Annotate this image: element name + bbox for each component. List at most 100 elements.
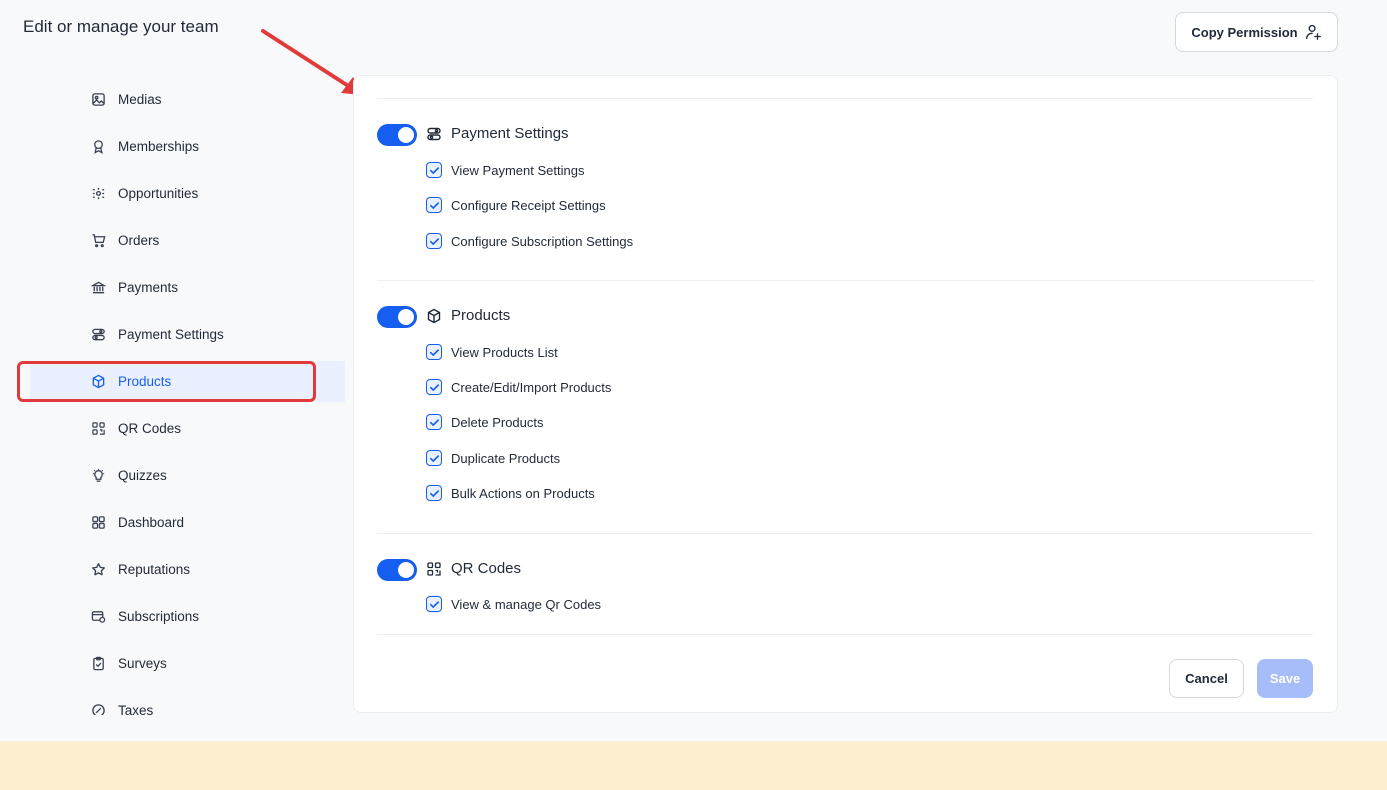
checkmark-icon (429, 166, 439, 174)
sidebar-item-label: Opportunities (118, 186, 199, 201)
permission-label: View Payment Settings (451, 162, 585, 178)
checkmark-icon (429, 237, 439, 245)
sidebar-item-memberships[interactable]: Memberships (30, 126, 345, 167)
sidebar-item-label: Medias (118, 92, 162, 107)
sidebar-item-taxes[interactable]: Taxes (30, 690, 345, 715)
sidebar-item-label: Subscriptions (118, 609, 200, 624)
checkbox[interactable] (426, 485, 442, 501)
sidebar-item-label: Reputations (118, 562, 191, 577)
permission-label: Create/Edit/Import Products (451, 379, 612, 395)
qr-codes-toggle[interactable] (377, 559, 417, 581)
grid-icon (90, 515, 106, 531)
tax-icon (90, 703, 106, 715)
toggles-icon (427, 127, 441, 140)
section-title-qr-codes: QR Codes (426, 560, 521, 577)
permission-label: Delete Products (451, 414, 544, 430)
bulb-icon (90, 468, 106, 484)
checkmark-icon (429, 454, 439, 462)
permission-label: View & manage Qr Codes (451, 596, 602, 612)
star-icon (90, 562, 106, 578)
divider (377, 280, 1314, 281)
sidebar-item-orders[interactable]: Orders (30, 220, 345, 261)
cancel-button[interactable]: Cancel (1169, 659, 1244, 698)
checkmark-icon (429, 201, 439, 209)
products-toggle[interactable] (377, 306, 417, 328)
subscription-icon (90, 609, 106, 625)
divider (377, 634, 1314, 635)
sidebar-item-label: Surveys (118, 656, 167, 671)
sidebar-item-qr-codes[interactable]: QR Codes (30, 408, 345, 449)
page-title: Edit or manage your team (23, 17, 219, 36)
permission-label: Configure Subscription Settings (451, 233, 634, 249)
sidebar-item-reputations[interactable]: Reputations (30, 549, 345, 590)
sidebar-item-label: Memberships (118, 139, 200, 154)
checkbox[interactable] (426, 197, 442, 213)
divider (377, 533, 1314, 534)
qr-code-icon (427, 561, 441, 576)
sidebar-item-label: QR Codes (118, 421, 182, 436)
sidebar-item-label: Taxes (118, 703, 154, 715)
checkbox[interactable] (426, 162, 442, 178)
copy-permission-button[interactable]: Copy Permission (1175, 12, 1338, 52)
permission-item[interactable]: Delete Products (426, 414, 544, 430)
sidebar-item-payments[interactable]: Payments (30, 267, 345, 308)
clipboard-icon (90, 656, 106, 672)
permission-item[interactable]: Configure Subscription Settings (426, 233, 633, 249)
toggles-icon (90, 327, 106, 343)
box-icon (427, 308, 441, 323)
sidebar-item-subscriptions[interactable]: Subscriptions (30, 596, 345, 637)
checkmark-icon (429, 348, 439, 356)
checkmark-icon (429, 418, 439, 426)
image-icon (90, 92, 106, 108)
permission-item[interactable]: Configure Receipt Settings (426, 197, 606, 213)
permission-label: Duplicate Products (451, 450, 561, 466)
section-title-products: Products (426, 307, 510, 324)
permission-item[interactable]: Bulk Actions on Products (426, 485, 595, 501)
bank-icon (90, 280, 106, 296)
sidebar-item-label: Orders (118, 233, 160, 248)
sidebar-item-payment-settings[interactable]: Payment Settings (30, 314, 345, 355)
checkbox[interactable] (426, 344, 442, 360)
permission-item[interactable]: Create/Edit/Import Products (426, 379, 611, 395)
section-title-label: QR Codes (451, 560, 522, 577)
payment-settings-toggle[interactable] (377, 124, 417, 146)
permission-item[interactable]: Duplicate Products (426, 450, 560, 466)
permission-item[interactable]: View Products List (426, 344, 558, 360)
qr-code-icon (90, 421, 106, 437)
checkbox[interactable] (426, 233, 442, 249)
sidebar-item-quizzes[interactable]: Quizzes (30, 455, 345, 496)
annotation-highlight-box (17, 361, 316, 402)
permission-label: View Products List (451, 344, 558, 360)
permission-item[interactable]: View Payment Settings (426, 162, 584, 178)
sidebar-item-surveys[interactable]: Surveys (30, 643, 345, 684)
checkbox[interactable] (426, 379, 442, 395)
sidebar-item-label: Payment Settings (118, 327, 224, 342)
sidebar-item-label: Quizzes (118, 468, 167, 483)
save-button[interactable]: Save (1257, 659, 1313, 698)
award-icon (90, 139, 106, 155)
checkmark-icon (429, 600, 439, 608)
checkmark-icon (429, 383, 439, 391)
cart-icon (90, 233, 106, 249)
sidebar-item-label: Dashboard (118, 515, 185, 530)
permission-label: Configure Receipt Settings (451, 197, 606, 213)
sidebar-item-dashboard[interactable]: Dashboard (30, 502, 345, 543)
divider (377, 98, 1314, 99)
sidebar-item-opportunities[interactable]: Opportunities (30, 173, 345, 214)
pipeline-icon (90, 186, 106, 202)
section-title-payment-settings: Payment Settings (426, 125, 569, 142)
checkbox[interactable] (426, 414, 442, 430)
checkbox[interactable] (426, 596, 442, 612)
checkbox[interactable] (426, 450, 442, 466)
sidebar-item-label: Payments (118, 280, 179, 295)
permissions-panel: Payment Settings View Payment Settings C… (353, 75, 1338, 713)
permission-label: Bulk Actions on Products (451, 485, 595, 501)
copy-permission-label: Copy Permission (1191, 24, 1298, 40)
add-user-icon (1305, 24, 1321, 40)
section-title-label: Products (451, 307, 511, 324)
section-title-label: Payment Settings (451, 125, 569, 142)
sidebar-item-medias[interactable]: Medias (30, 79, 345, 120)
permission-item[interactable]: View & manage Qr Codes (426, 596, 601, 612)
footer-band (0, 741, 1387, 790)
checkmark-icon (429, 489, 439, 497)
